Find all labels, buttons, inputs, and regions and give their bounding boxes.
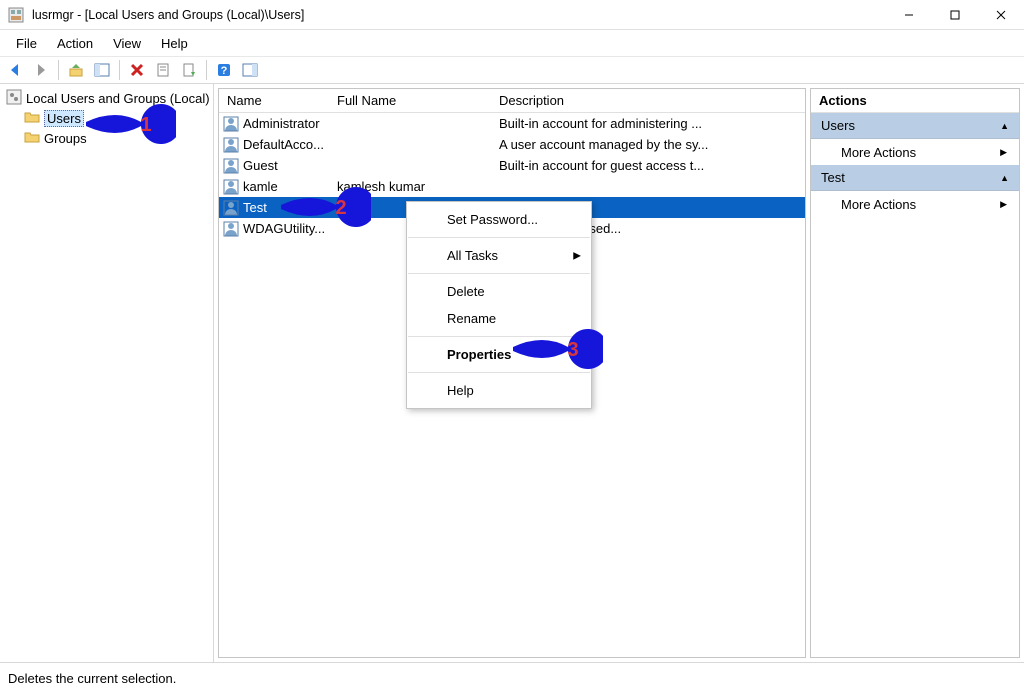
user-name: Administrator bbox=[243, 116, 320, 131]
help-button[interactable]: ? bbox=[213, 59, 235, 81]
tree-users-label: Users bbox=[44, 110, 84, 127]
tree-item-groups[interactable]: Groups bbox=[2, 128, 211, 148]
menu-file[interactable]: File bbox=[8, 34, 45, 53]
actions-header: Actions bbox=[811, 89, 1019, 113]
user-icon bbox=[223, 179, 239, 195]
user-name: WDAGUtility... bbox=[243, 221, 325, 236]
context-menu: Set Password... All Tasks ▶ Delete Renam… bbox=[406, 201, 592, 409]
user-icon bbox=[223, 158, 239, 174]
menubar: File Action View Help bbox=[0, 30, 1024, 56]
tree-root-label: Local Users and Groups (Local) bbox=[26, 91, 210, 106]
col-name[interactable]: Name bbox=[219, 93, 329, 108]
ctx-set-password[interactable]: Set Password... bbox=[407, 206, 591, 233]
actions-section-users[interactable]: Users ▲ bbox=[811, 113, 1019, 139]
ctx-sep bbox=[408, 273, 590, 274]
ctx-properties[interactable]: Properties bbox=[407, 341, 591, 368]
user-description: Built-in account for guest access t... bbox=[491, 158, 805, 173]
col-description[interactable]: Description bbox=[491, 93, 805, 108]
col-fullname[interactable]: Full Name bbox=[329, 93, 491, 108]
tree-item-users[interactable]: Users bbox=[2, 108, 211, 128]
ctx-delete[interactable]: Delete bbox=[407, 278, 591, 305]
menu-help[interactable]: Help bbox=[153, 34, 196, 53]
actions-more-label: More Actions bbox=[841, 145, 916, 160]
statusbar: Deletes the current selection. bbox=[0, 663, 1024, 693]
user-name: kamle bbox=[243, 179, 278, 194]
svg-text:?: ? bbox=[221, 65, 228, 77]
actions-users-more[interactable]: More Actions ▶ bbox=[811, 139, 1019, 165]
actions-more-label: More Actions bbox=[841, 197, 916, 212]
ctx-all-tasks-label: All Tasks bbox=[447, 248, 498, 263]
user-icon bbox=[223, 116, 239, 132]
up-button[interactable] bbox=[65, 59, 87, 81]
show-hide-console-tree-button[interactable] bbox=[91, 59, 113, 81]
list-pane: Name Full Name Description Administrator… bbox=[218, 88, 806, 658]
tree-groups-label: Groups bbox=[44, 131, 87, 146]
actions-section-test-label: Test bbox=[821, 170, 845, 185]
ctx-sep bbox=[408, 237, 590, 238]
chevron-right-icon: ▶ bbox=[573, 250, 581, 261]
chevron-right-icon: ▶ bbox=[1000, 199, 1007, 210]
user-row[interactable]: Guest Built-in account for guest access t… bbox=[219, 155, 805, 176]
ctx-rename[interactable]: Rename bbox=[407, 305, 591, 332]
delete-button[interactable] bbox=[126, 59, 148, 81]
user-description: A user account managed by the sy... bbox=[491, 137, 805, 152]
menu-action[interactable]: Action bbox=[49, 34, 101, 53]
back-button[interactable] bbox=[4, 59, 26, 81]
user-icon bbox=[223, 200, 239, 216]
user-icon bbox=[223, 221, 239, 237]
user-icon bbox=[223, 137, 239, 153]
folder-icon bbox=[24, 129, 40, 148]
user-name: Test bbox=[243, 200, 267, 215]
actions-test-more[interactable]: More Actions ▶ bbox=[811, 191, 1019, 217]
actions-section-users-label: Users bbox=[821, 118, 855, 133]
folder-icon bbox=[24, 109, 40, 128]
collapse-icon: ▲ bbox=[1000, 173, 1009, 183]
chevron-right-icon: ▶ bbox=[1000, 147, 1007, 158]
status-text: Deletes the current selection. bbox=[8, 671, 176, 686]
close-button[interactable] bbox=[978, 0, 1024, 30]
ctx-sep bbox=[408, 372, 590, 373]
app-icon bbox=[8, 7, 24, 23]
ctx-help[interactable]: Help bbox=[407, 377, 591, 404]
forward-button[interactable] bbox=[30, 59, 52, 81]
menu-view[interactable]: View bbox=[105, 34, 149, 53]
collapse-icon: ▲ bbox=[1000, 121, 1009, 131]
user-fullname: kamlesh kumar bbox=[329, 179, 491, 194]
properties-button[interactable] bbox=[152, 59, 174, 81]
column-headers: Name Full Name Description bbox=[219, 89, 805, 113]
user-name: Guest bbox=[243, 158, 278, 173]
user-description: Built-in account for administering ... bbox=[491, 116, 805, 131]
tree-root[interactable]: Local Users and Groups (Local) bbox=[2, 88, 211, 108]
minimize-button[interactable] bbox=[886, 0, 932, 30]
users-groups-icon bbox=[6, 89, 22, 108]
export-list-button[interactable] bbox=[178, 59, 200, 81]
user-row[interactable]: DefaultAcco... A user account managed by … bbox=[219, 134, 805, 155]
tree-pane: Local Users and Groups (Local) Users Gro… bbox=[0, 84, 214, 662]
titlebar: lusrmgr - [Local Users and Groups (Local… bbox=[0, 0, 1024, 30]
show-hide-action-pane-button[interactable] bbox=[239, 59, 261, 81]
user-name: DefaultAcco... bbox=[243, 137, 324, 152]
actions-pane: Actions Users ▲ More Actions ▶ Test ▲ Mo… bbox=[810, 88, 1020, 658]
actions-section-test[interactable]: Test ▲ bbox=[811, 165, 1019, 191]
toolbar: ? bbox=[0, 56, 1024, 84]
maximize-button[interactable] bbox=[932, 0, 978, 30]
user-row[interactable]: Administrator Built-in account for admini… bbox=[219, 113, 805, 134]
window-title: lusrmgr - [Local Users and Groups (Local… bbox=[32, 8, 304, 22]
user-row[interactable]: kamle kamlesh kumar bbox=[219, 176, 805, 197]
ctx-all-tasks[interactable]: All Tasks ▶ bbox=[407, 242, 591, 269]
ctx-sep bbox=[408, 336, 590, 337]
